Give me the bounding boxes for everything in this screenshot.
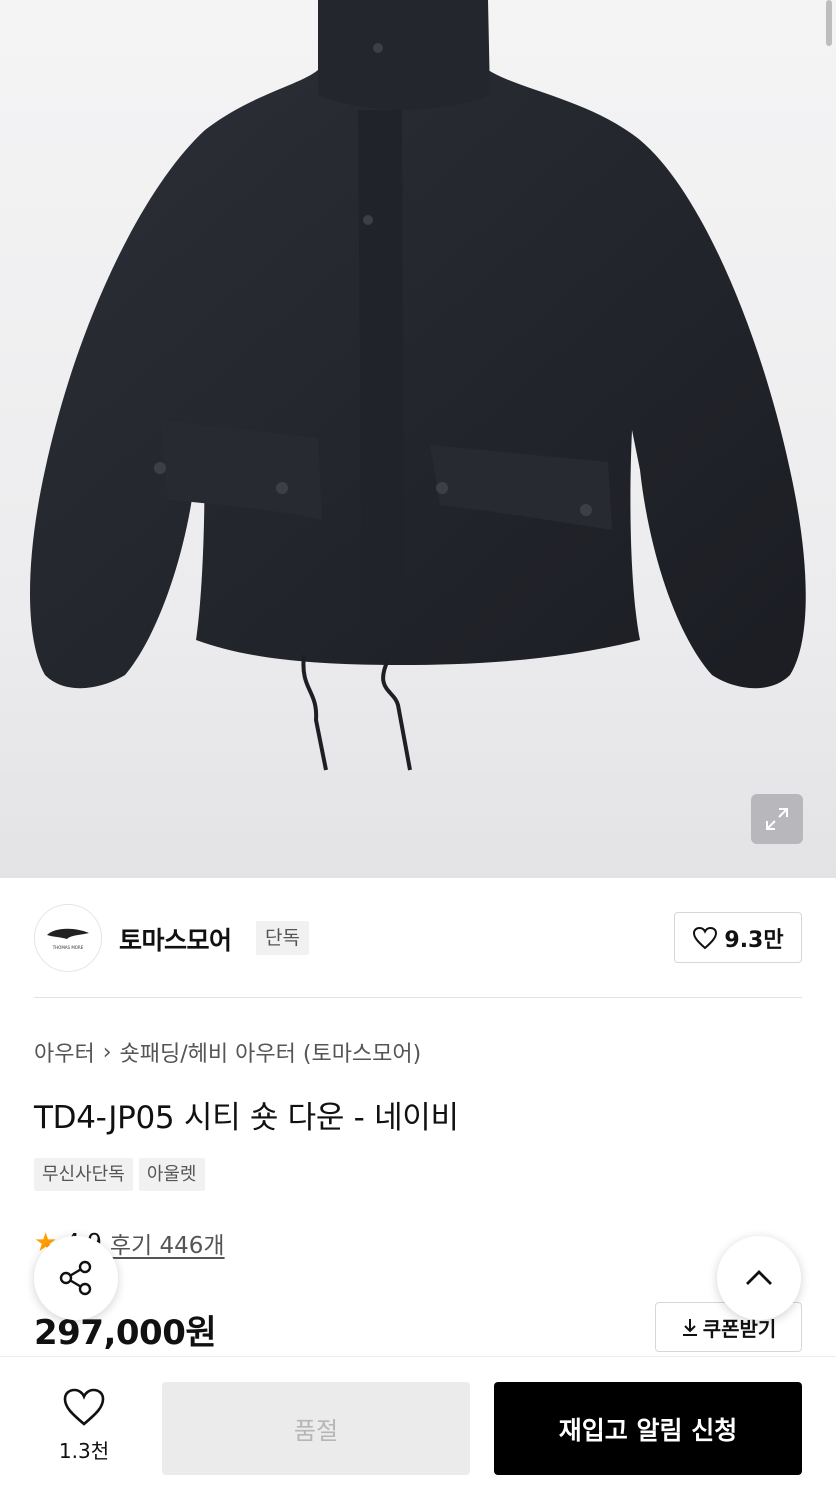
wishlist-count: 1.3천: [58, 1439, 110, 1463]
breadcrumb: 아우터 › 숏패딩/헤비 아우터 (토마스모어): [34, 1036, 421, 1068]
image-scroll-indicator: [826, 0, 832, 46]
breadcrumb-category[interactable]: 아우터: [34, 1036, 95, 1068]
product-title: TD4-JP05 시티 숏 다운 - 네이비: [34, 1100, 459, 1136]
wishlist-button[interactable]: 1.3천: [34, 1387, 134, 1464]
heart-icon: [693, 926, 718, 949]
tag-item: 아울렛: [138, 1158, 205, 1191]
product-image[interactable]: [0, 0, 836, 878]
brand-like-button[interactable]: 9.3만: [674, 912, 802, 963]
brand-like-count: 9.3만: [724, 927, 784, 953]
scroll-top-button[interactable]: [717, 1236, 801, 1320]
brand-name[interactable]: 토마스모어: [119, 921, 232, 957]
restock-alert-button[interactable]: 재입고 알림 신청: [494, 1382, 802, 1475]
jacket-illustration: [30, 0, 806, 771]
chevron-up-icon: [746, 1270, 772, 1285]
expand-image-button[interactable]: [751, 794, 803, 844]
expand-icon: [766, 808, 788, 830]
divider: [34, 997, 802, 998]
brand-exclusive-badge: 단독: [256, 921, 309, 955]
brand-logo[interactable]: THOMAS MORE: [34, 904, 102, 972]
bottom-action-bar: 1.3천 품절 재입고 알림 신청: [0, 1356, 836, 1500]
svg-text:THOMAS MORE: THOMAS MORE: [52, 945, 84, 950]
breadcrumb-subcategory[interactable]: 숏패딩/헤비 아우터 (토마스모어): [120, 1036, 422, 1068]
brand-logo-mark: THOMAS MORE: [47, 928, 89, 950]
reviews-link[interactable]: 후기 446개: [110, 1226, 225, 1260]
chevron-right-icon: ›: [102, 1039, 112, 1065]
product-tags: 무신사단독 아울렛: [34, 1158, 205, 1191]
heart-icon: [63, 1388, 105, 1426]
soldout-button: 품절: [162, 1382, 470, 1475]
brand-row: THOMAS MORE 토마스모어 단독 9.3만: [34, 904, 802, 972]
tag-item: 무신사단독: [34, 1158, 133, 1191]
share-icon: [59, 1260, 92, 1296]
download-icon: [682, 1319, 697, 1336]
share-button[interactable]: [34, 1236, 118, 1320]
